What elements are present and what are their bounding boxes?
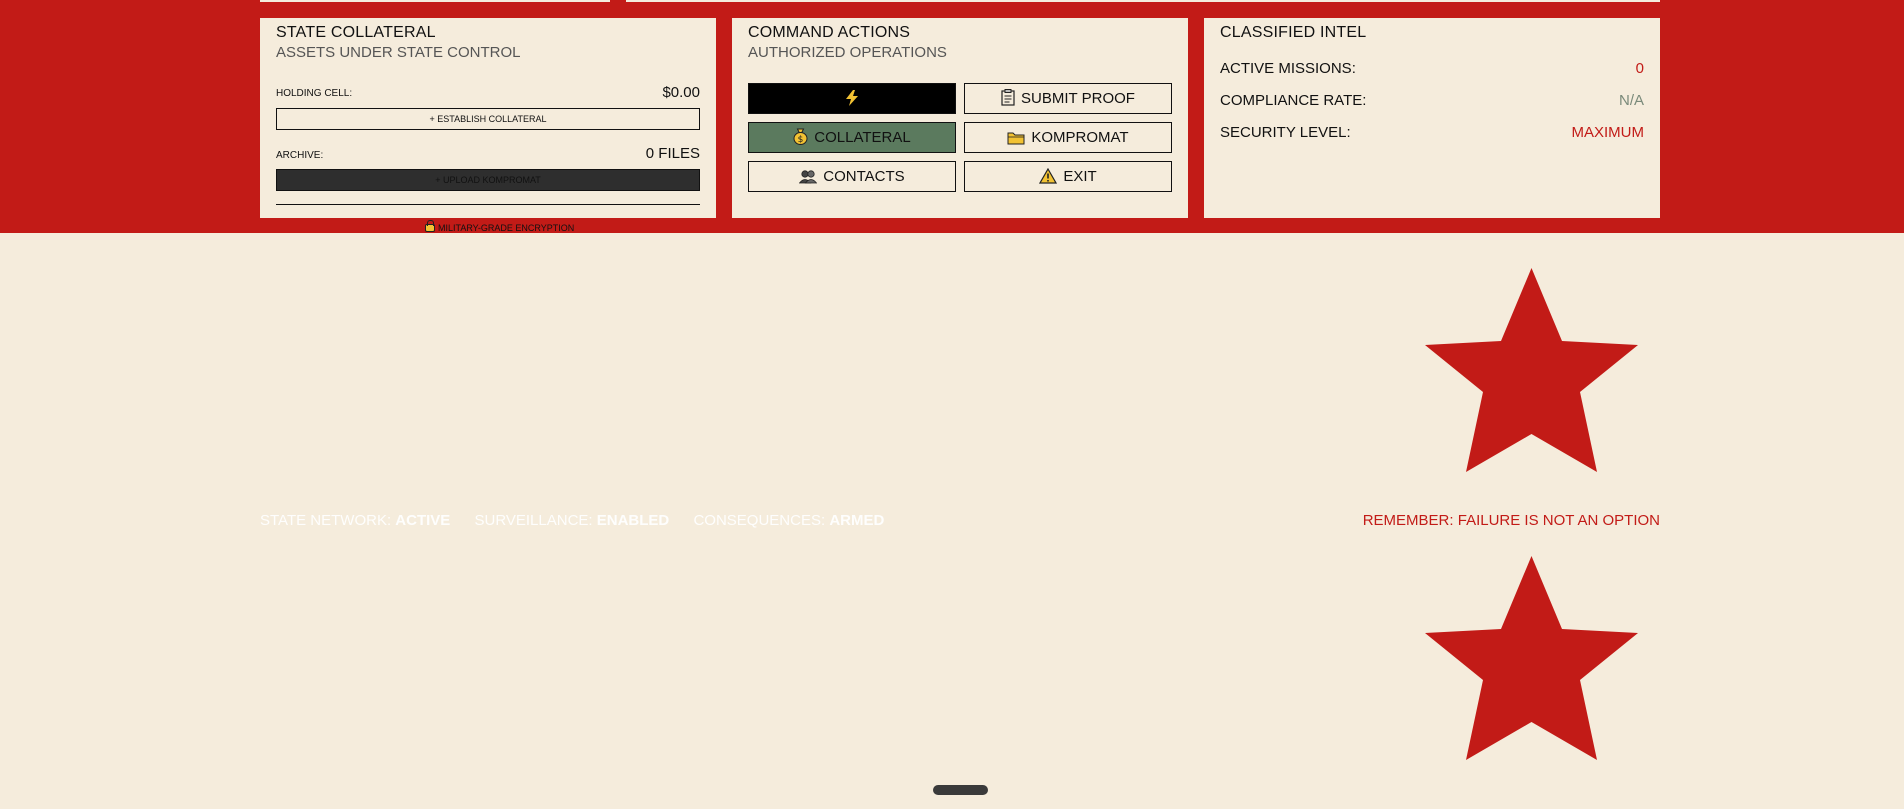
panel-title: COMMAND ACTIONS [748,24,911,41]
status-label: SURVEILLANCE: [474,512,593,529]
previous-panel-edge [626,0,1660,2]
holding-cell-label: HOLDING CELL: [276,88,353,99]
status-value: ARMED [829,512,885,529]
kompromat-button[interactable]: KOMPROMAT [964,122,1172,153]
quick-action-button[interactable] [748,83,956,114]
status-value: ACTIVE [395,512,451,529]
compliance-rate-value: N/A [1618,92,1644,109]
divider [276,204,700,205]
consequences-status: CONSEQUENCES: ARMED [693,512,884,529]
active-missions-value: 0 [1635,60,1644,77]
clipboard-icon [1001,87,1015,116]
upload-kompromat-button[interactable]: + UPLOAD KOMPROMAT [276,169,700,191]
status-label: STATE NETWORK: [260,512,392,529]
collateral-label: COLLATERAL [814,129,911,146]
kompromat-label: KOMPROMAT [1031,129,1129,146]
submit-proof-label: SUBMIT PROOF [1021,90,1135,107]
surveillance-status: SURVEILLANCE: ENABLED [474,512,669,529]
contacts-button[interactable]: CONTACTS [748,161,956,192]
submit-proof-button[interactable]: SUBMIT PROOF [964,83,1172,114]
warning-icon [1039,165,1058,194]
remember-warning: REMEMBER: FAILURE IS NOT AN OPTION [1362,512,1660,529]
money-bag-icon: $ [793,126,808,155]
contacts-icon [798,165,818,194]
panel-subtitle: AUTHORIZED OPERATIONS [748,44,947,61]
state-collateral-panel: STATE COLLATERAL ASSETS UNDER STATE CONT… [260,18,716,218]
holding-cell-value: $0.00 [662,84,700,101]
panel-subtitle: ASSETS UNDER STATE CONTROL [276,44,521,61]
security-level-label: SECURITY LEVEL: [1220,124,1351,141]
status-label: CONSEQUENCES: [693,512,826,529]
archive-label: ARCHIVE: [276,150,324,161]
active-missions-label: ACTIVE MISSIONS: [1220,60,1356,77]
classified-intel-panel: CLASSIFIED INTEL ACTIVE MISSIONS: 0 COMP… [1204,18,1660,218]
command-actions-panel: COMMAND ACTIONS AUTHORIZED OPERATIONS SU… [732,18,1188,218]
previous-panel-edge [260,0,610,2]
security-level-value: MAXIMUM [1571,124,1645,141]
status-value: ENABLED [596,512,670,529]
exit-button[interactable]: EXIT [964,161,1172,192]
red-star-icon [1425,268,1638,472]
panel-title: STATE COLLATERAL [276,24,436,41]
red-star-icon [1425,556,1638,760]
collateral-button[interactable]: $ COLLATERAL [748,122,956,153]
lock-icon [425,220,435,232]
encryption-note-text: MILITARY-GRADE ENCRYPTION [438,223,575,233]
establish-collateral-button[interactable]: + ESTABLISH COLLATERAL [276,108,700,130]
lightning-icon [845,90,859,107]
svg-text:$: $ [798,135,804,145]
encryption-note: MILITARY-GRADE ENCRYPTION [425,220,575,233]
state-network-status: STATE NETWORK: ACTIVE [260,512,450,529]
archive-value: 0 FILES [645,145,700,162]
scroll-handle[interactable] [933,785,988,795]
exit-label: EXIT [1063,168,1097,185]
folder-icon [1007,126,1025,155]
panel-title: CLASSIFIED INTEL [1220,24,1367,41]
status-bar: STATE NETWORK: ACTIVE SURVEILLANCE: ENAB… [260,512,904,529]
contacts-label: CONTACTS [823,168,905,185]
compliance-rate-label: COMPLIANCE RATE: [1220,92,1367,109]
